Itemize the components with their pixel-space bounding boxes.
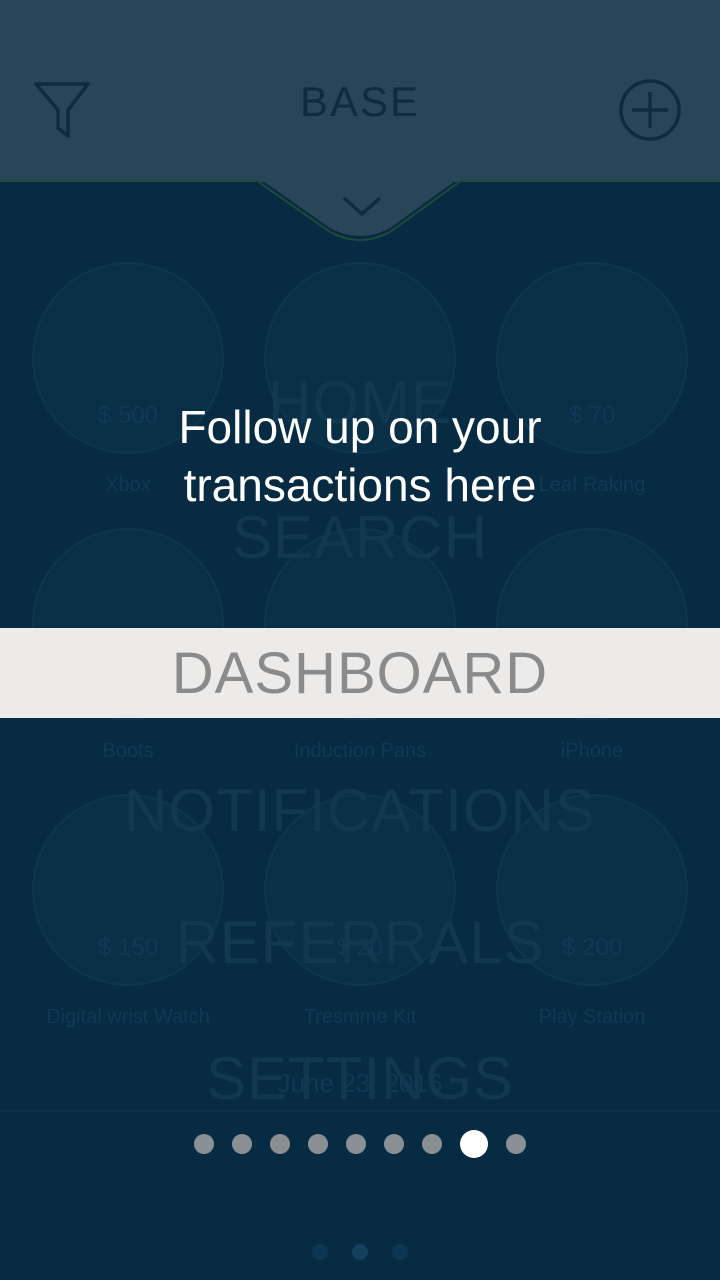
- item-name: Digital wrist Watch: [46, 1006, 210, 1028]
- item-name: Boots: [102, 740, 154, 762]
- pager-dot[interactable]: [232, 1134, 252, 1154]
- pager-dot[interactable]: [346, 1134, 366, 1154]
- header-bar: BASE: [0, 0, 720, 182]
- pager-dot-active[interactable]: [460, 1130, 488, 1158]
- add-circle-icon[interactable]: [618, 78, 682, 142]
- chevron-down-icon[interactable]: [340, 192, 384, 220]
- item-name: Induction Pans: [293, 740, 427, 762]
- menu-item-settings[interactable]: SETTINGS: [0, 1044, 720, 1113]
- carousel-dot: [312, 1244, 328, 1260]
- pager-dot[interactable]: [506, 1134, 526, 1154]
- onboarding-tip: Follow up on your transactions here: [0, 398, 720, 514]
- item-name: Tresmme Kit: [303, 1006, 417, 1028]
- pager-dot[interactable]: [384, 1134, 404, 1154]
- menu-item-notifications[interactable]: NOTIFICATIONS: [0, 776, 720, 845]
- pager-dot[interactable]: [270, 1134, 290, 1154]
- pager-dot[interactable]: [308, 1134, 328, 1154]
- menu-item-referrals[interactable]: REFERRALS: [0, 908, 720, 977]
- dashboard-label: DASHBOARD: [171, 640, 549, 706]
- carousel-dot: [392, 1244, 408, 1260]
- tip-line: Follow up on your: [178, 401, 542, 453]
- tip-line: transactions here: [183, 459, 537, 511]
- menu-item-dashboard[interactable]: DASHBOARD: [0, 628, 720, 718]
- item-name: iPhone: [560, 740, 624, 762]
- pager-dot[interactable]: [194, 1134, 214, 1154]
- carousel-dot: [352, 1244, 368, 1260]
- onboarding-pager: [0, 1130, 720, 1158]
- carousel-indicator: [0, 1244, 720, 1265]
- item-name: Play Station: [538, 1006, 646, 1028]
- app-title: BASE: [299, 78, 421, 125]
- pager-dot[interactable]: [422, 1134, 442, 1154]
